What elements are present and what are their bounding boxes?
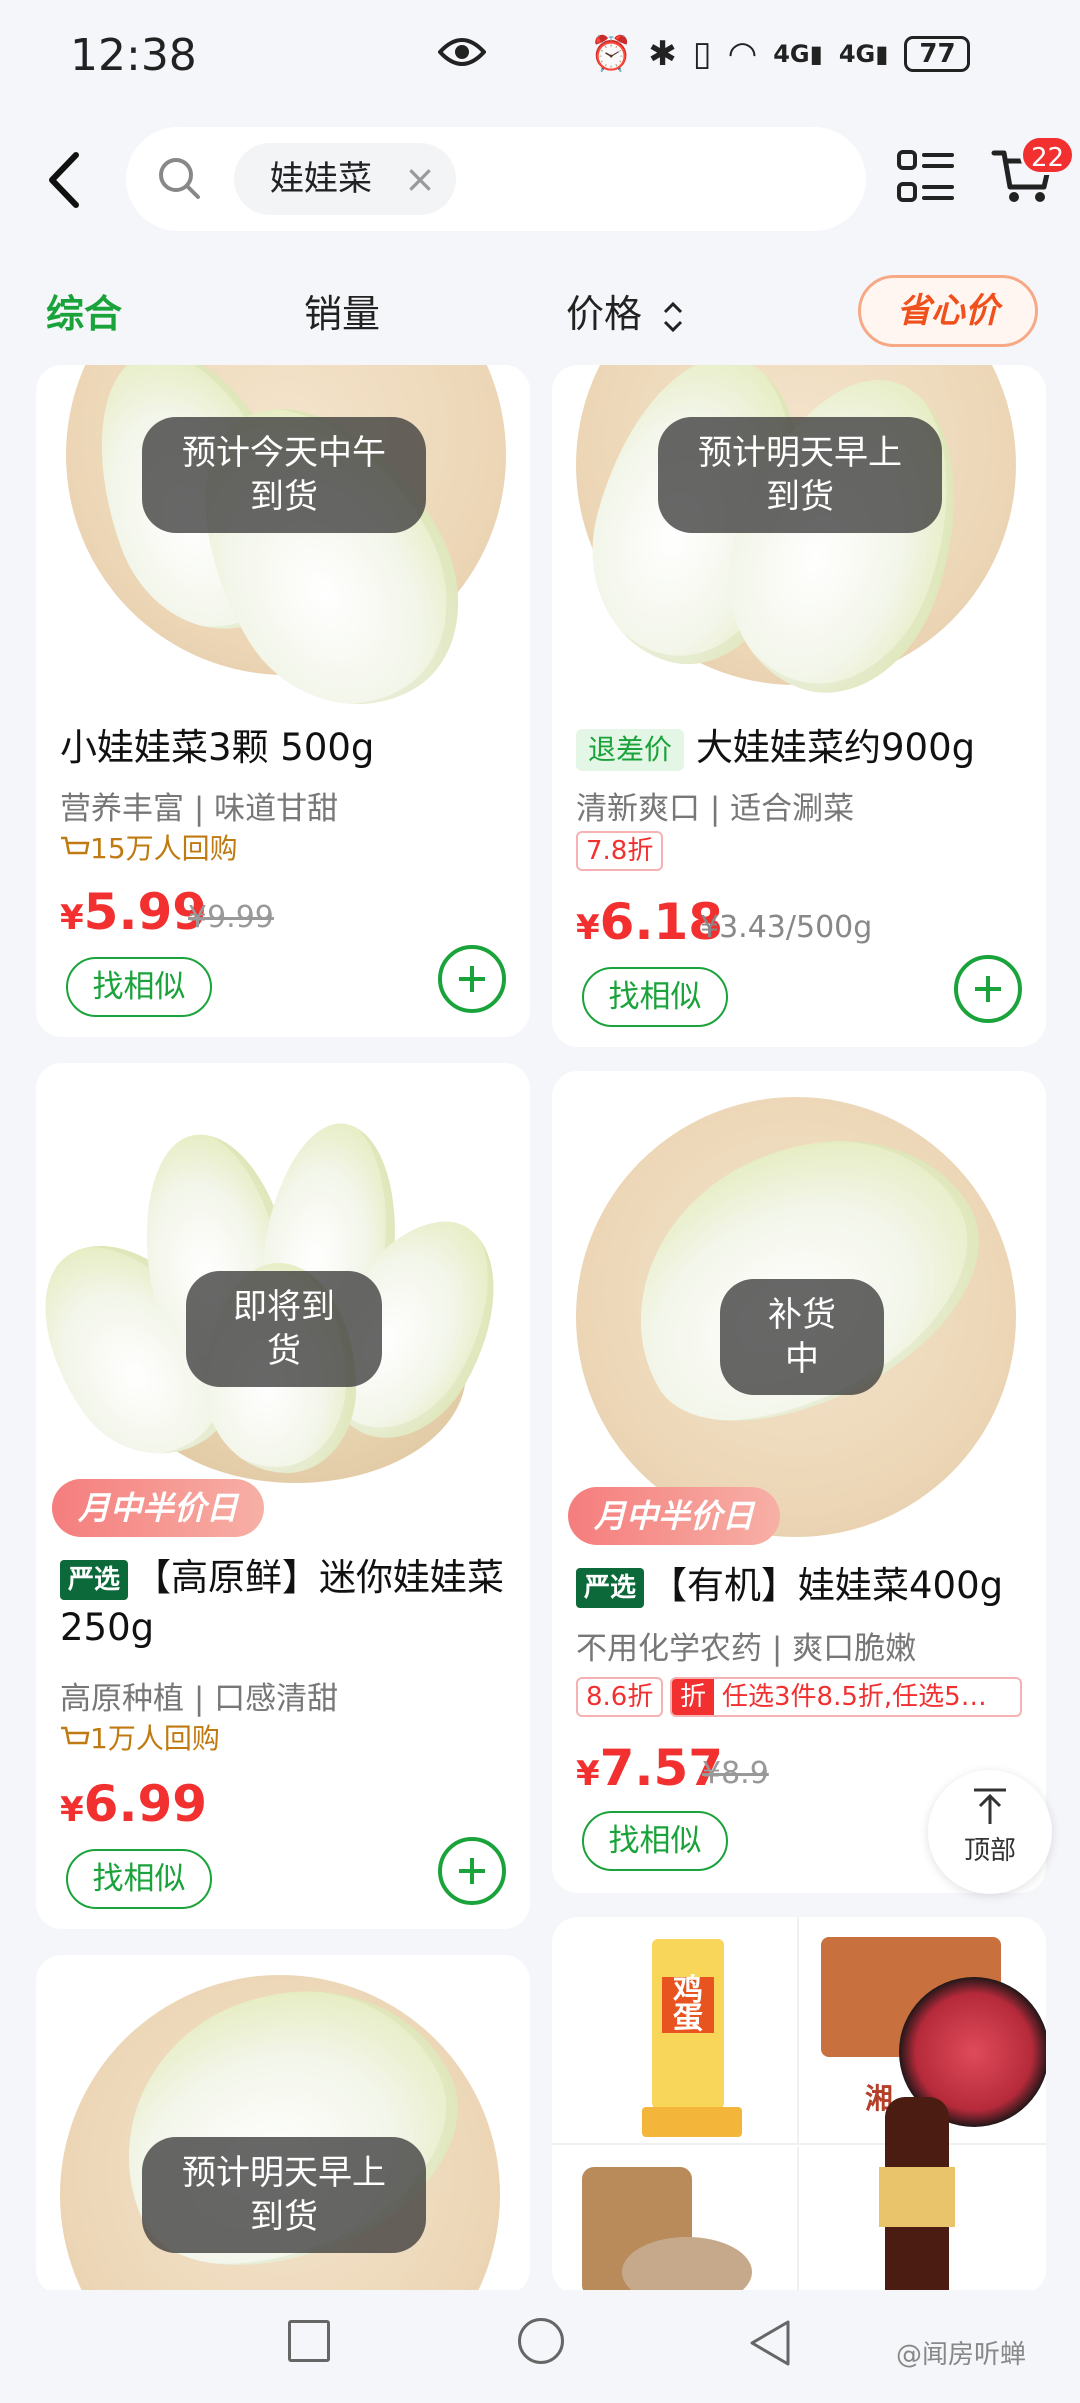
refund-tag: 退差价 [576, 728, 685, 771]
delivery-status-overlay: 即将到货 [186, 1271, 382, 1387]
repurchase-text: 1万人回购 [90, 1722, 220, 1755]
price-yen: ¥ [576, 908, 600, 948]
promo-badge: 月中半价日 [568, 1487, 781, 1545]
original-price: ¥9.99 [188, 900, 274, 935]
discount-tag: 8.6折 [576, 1677, 664, 1717]
product-subtitle: 不用化学农药 | 爽口脆嫩 [576, 1631, 917, 1667]
vibrate-icon: ▯ [692, 34, 712, 74]
nav-back-icon[interactable] [748, 2318, 792, 2368]
system-nav-bar: @闻房听蝉 [0, 2290, 1080, 2403]
price-yen: ¥ [576, 1754, 600, 1794]
multi-buy-text: 任选3件8.5折,任选5… [722, 1682, 987, 1712]
ad-egg-label: 鸡蛋 [662, 1976, 714, 2034]
close-icon[interactable]: × [404, 143, 436, 215]
sort-sales-tab[interactable]: 销量 [304, 283, 380, 338]
yanxuan-tag: 严选 [60, 1559, 129, 1600]
product-title: 小娃娃菜3颗 500g [60, 726, 375, 769]
delivery-status-text: 预计明天早上 到货 [182, 2153, 386, 2237]
search-keyword: 娃娃菜 [270, 159, 372, 199]
price-yen: ¥ [60, 1790, 84, 1830]
ad-image-vinegar [799, 2097, 1046, 2295]
product-title: 退差价 大娃娃菜约900g [576, 723, 975, 773]
sort-comprehensive-tab[interactable]: 综合 [46, 283, 122, 338]
list-view-icon[interactable] [896, 149, 956, 209]
product-price: ¥6.99 [60, 1775, 207, 1833]
eye-icon [438, 38, 486, 66]
sort-bar: 综合 销量 价格 省心价 [0, 255, 1080, 365]
promo-badge: 月中半价日 [52, 1479, 265, 1537]
find-similar-button[interactable]: 找相似 [582, 967, 728, 1027]
add-to-cart-button[interactable] [438, 1837, 506, 1905]
wifi-icon: ◠ [727, 34, 758, 74]
back-to-top-label: 顶部 [963, 1836, 1016, 1866]
product-title: 严选 【有机】娃娃菜400g [576, 1561, 1036, 1611]
cart-count-badge: 22 [1020, 135, 1076, 175]
yanxuan-tag: 严选 [576, 1567, 645, 1608]
original-price: ¥8.9 [702, 1756, 769, 1791]
product-subtitle: 清新爽口 | 适合涮菜 [576, 791, 855, 827]
ad-image-eggs: 鸡蛋 [552, 1917, 799, 2145]
repurchase-text: 15万人回购 [90, 832, 238, 865]
product-card[interactable]: 预计明天早上 到货 退差价 大娃娃菜约900g 清新爽口 | 适合涮菜 7.8折 … [552, 365, 1046, 1047]
search-box[interactable]: 娃娃菜 × [126, 127, 866, 231]
repurchase-info: 15万人回购 [60, 827, 238, 867]
product-title: 严选 【高原鲜】迷你娃娃菜250g [60, 1553, 520, 1653]
find-similar-button[interactable]: 找相似 [66, 957, 212, 1017]
search-keyword-chip[interactable]: 娃娃菜 × [234, 143, 456, 215]
unit-price: ¥3.43/500g [700, 910, 873, 945]
signal-4g-icon: 4G▮ [773, 40, 823, 68]
delivery-status-text: 预计今天中午 到货 [182, 433, 386, 517]
multi-buy-promo: 折任选3件8.5折,任选5… [670, 1677, 1022, 1717]
product-price: ¥5.99 [60, 883, 207, 941]
alarm-icon: ⏰ [590, 34, 633, 74]
arrow-up-icon [974, 1788, 1006, 1824]
home-button[interactable] [518, 2318, 564, 2364]
status-bar: 12:38 ⏰ ✱ ▯ ◠ 4G▮ 4G▮ 77 [0, 0, 1080, 115]
find-similar-button[interactable]: 找相似 [582, 1811, 728, 1871]
bluetooth-icon: ✱ [648, 34, 677, 74]
product-card[interactable]: 预计明天早上 到货 [36, 1955, 530, 2295]
add-to-cart-button[interactable] [954, 955, 1022, 1023]
discount-icon: 折 [672, 1679, 715, 1715]
sort-price-tab[interactable]: 价格 [566, 283, 684, 338]
search-icon [159, 158, 200, 199]
product-subtitle: 营养丰富 | 味道甘甜 [60, 791, 339, 827]
recent-apps-button[interactable] [288, 2320, 330, 2362]
cart-small-icon [61, 836, 90, 855]
status-icons: ⏰ ✱ ▯ ◠ 4G▮ 4G▮ 77 [590, 34, 971, 74]
product-title-text: 大娃娃菜约900g [696, 726, 976, 769]
ad-image-sauce [552, 2147, 799, 2295]
price-value: 6.99 [83, 1775, 208, 1833]
product-price: ¥7.57 [576, 1739, 723, 1797]
product-title-text: 【有机】娃娃菜400g [650, 1564, 1004, 1607]
ad-card[interactable]: 鸡蛋 湘 [552, 1917, 1046, 2295]
saver-price-filter[interactable]: 省心价 [858, 275, 1038, 347]
header: 娃娃菜 × 22 [0, 115, 1080, 255]
product-subtitle: 高原种植 | 口感清甜 [60, 1681, 339, 1717]
repurchase-info: 1万人回购 [60, 1717, 220, 1757]
sort-price-label: 价格 [566, 292, 643, 336]
add-to-cart-button[interactable] [438, 945, 506, 1013]
back-to-top-button[interactable]: 顶部 [928, 1770, 1052, 1894]
delivery-status-overlay: 预计明天早上 到货 [142, 2137, 426, 2253]
signal-4g-icon: 4G▮ [838, 40, 889, 68]
find-similar-button[interactable]: 找相似 [66, 1849, 212, 1909]
sort-arrows-icon [664, 301, 683, 332]
product-card[interactable]: 即将到货 月中半价日 严选 【高原鲜】迷你娃娃菜250g 高原种植 | 口感清甜 … [36, 1063, 530, 1929]
cart-small-icon [61, 1726, 90, 1745]
battery-icon: 77 [904, 36, 971, 72]
price-yen: ¥ [60, 898, 84, 938]
product-card[interactable]: 预计今天中午 到货 小娃娃菜3颗 500g 营养丰富 | 味道甘甜 15万人回购… [36, 365, 530, 1037]
delivery-status-text: 预计明天早上 到货 [698, 433, 902, 517]
delivery-status-overlay: 预计明天早上 到货 [658, 417, 942, 533]
watermark: @闻房听蝉 [896, 2340, 1027, 2370]
delivery-status-overlay: 补货中 [720, 1279, 884, 1395]
status-time: 12:38 [70, 30, 197, 81]
discount-tag: 7.8折 [576, 831, 664, 871]
delivery-status-overlay: 预计今天中午 到货 [142, 417, 426, 533]
back-icon[interactable] [36, 145, 96, 215]
